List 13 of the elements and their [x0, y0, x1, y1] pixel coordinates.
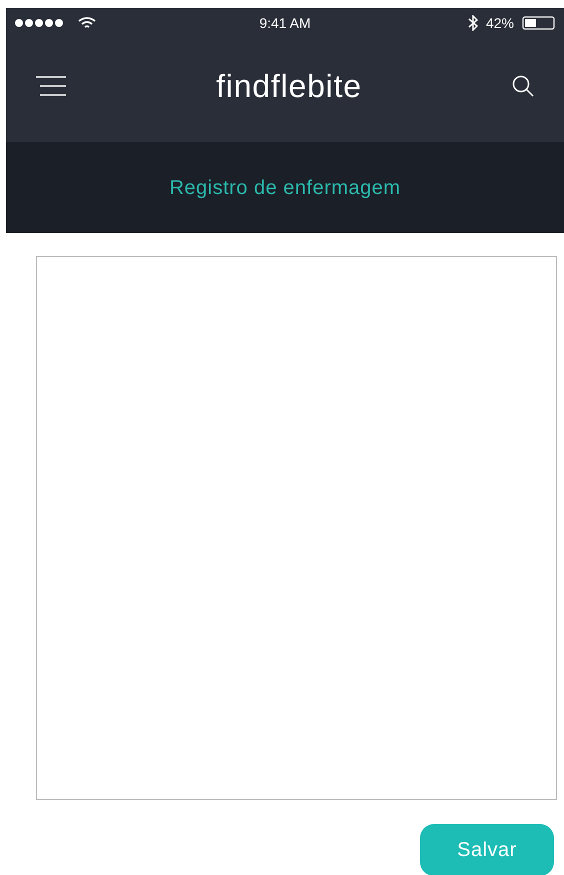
battery-percent: 42% [486, 14, 514, 32]
bluetooth-icon [468, 15, 478, 31]
app-title: findflebite [215, 67, 363, 106]
save-button[interactable]: Salvar [420, 824, 554, 875]
page-title: Registro de enfermagem [169, 176, 401, 200]
search-icon [512, 75, 534, 97]
battery-icon [522, 16, 556, 30]
menu-button[interactable] [36, 74, 68, 98]
note-input-field[interactable] [36, 256, 557, 800]
status-time: 9:41 AM [259, 14, 311, 32]
wifi-icon [78, 16, 96, 30]
search-button[interactable] [510, 74, 534, 98]
menu-icon [36, 75, 66, 97]
